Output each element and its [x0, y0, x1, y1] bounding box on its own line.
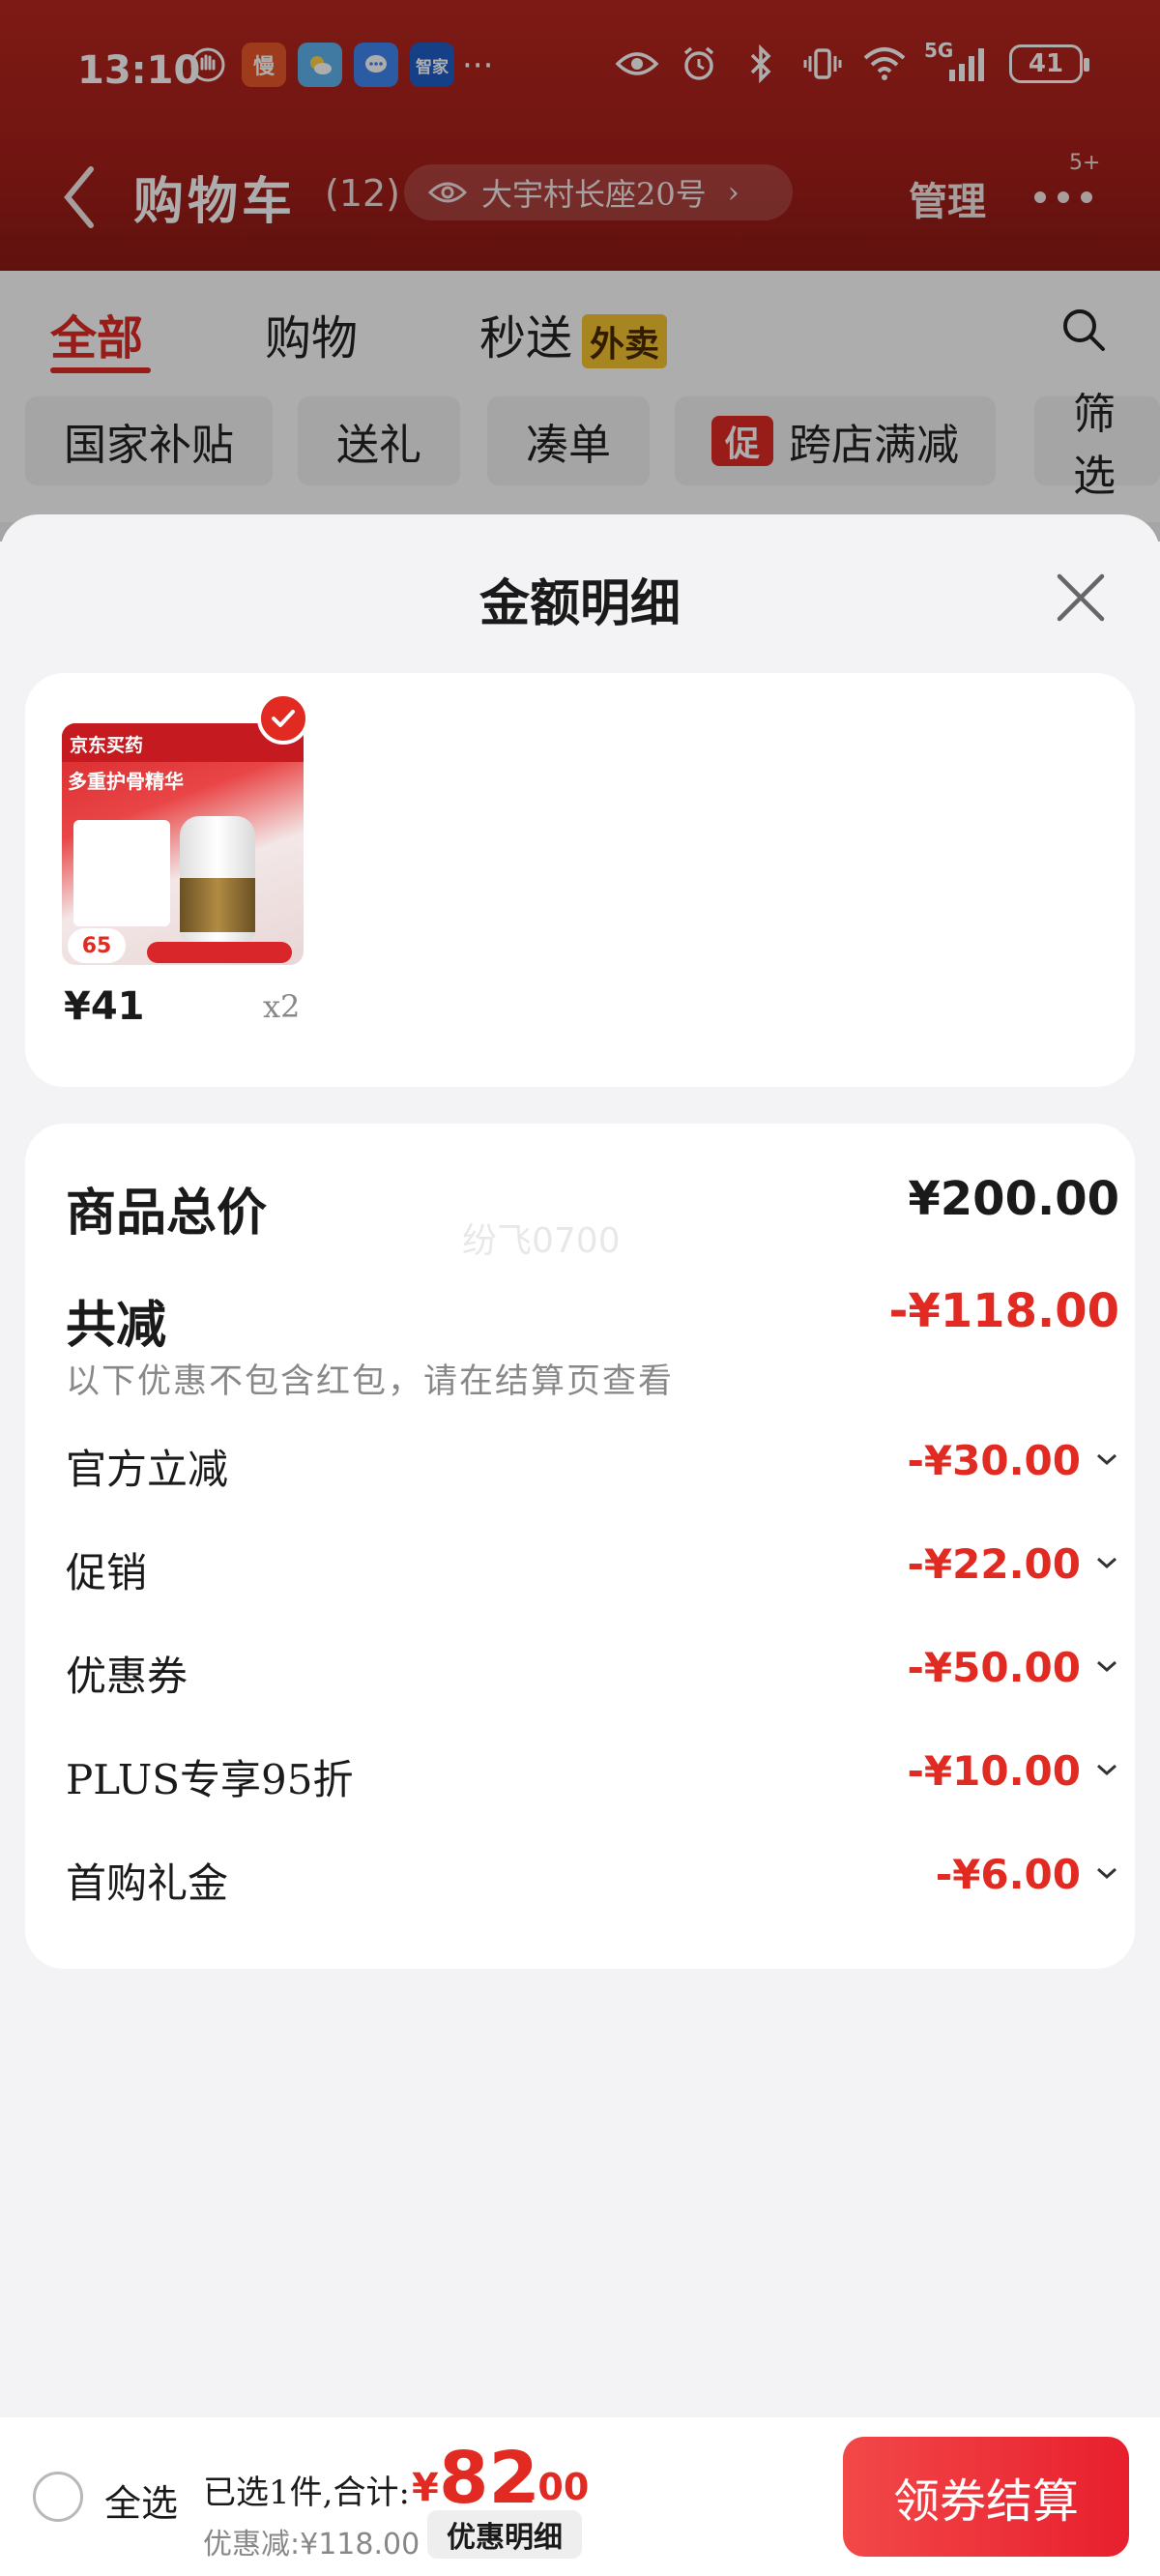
discount-line-label: 优惠券 [66, 1653, 188, 1700]
discount-line[interactable]: 促销 -¥22.00 [66, 1540, 1119, 1598]
bottle-label [180, 878, 255, 932]
product-price: ¥41 [64, 984, 145, 1029]
close-icon[interactable] [1052, 569, 1110, 627]
checkout-button[interactable]: 领券结算 [843, 2437, 1129, 2557]
discount-line[interactable]: 优惠券 -¥50.00 [66, 1644, 1119, 1702]
summary-label: 已选1件,合计: [203, 2474, 410, 2512]
select-all-label[interactable]: 全选 [104, 2474, 178, 2527]
chevron-down-icon [1097, 1867, 1116, 1880]
discount-line-value: -¥50.00 [907, 1644, 1081, 1691]
discount-line-label: 首购礼金 [66, 1859, 229, 1907]
price-breakdown-card: 商品总价 ¥200.00 纷飞0700 共减 -¥118.00 以下优惠不包含红… [25, 1124, 1135, 1969]
discount-line-label: 官方立减 [66, 1446, 229, 1493]
total-amount-decimal: .00 [524, 2466, 590, 2508]
discount-line-label: PLUS专享95折 [66, 1756, 354, 1803]
thumb-cta [147, 942, 292, 963]
selected-check-icon[interactable] [257, 692, 309, 745]
thumb-brand: 京东买药 [70, 735, 144, 756]
chevron-down-icon [1097, 1453, 1116, 1466]
discount-line[interactable]: PLUS专享95折 -¥10.00 [66, 1747, 1119, 1805]
discount-line[interactable]: 首购礼金 -¥6.00 [66, 1851, 1119, 1909]
discount-line-value: -¥10.00 [907, 1747, 1081, 1795]
discount-line-label: 促销 [66, 1549, 148, 1596]
reduce-row: 共减 -¥118.00 以下优惠不包含红包，请在结算页查看 [66, 1284, 1119, 1401]
select-all-checkbox[interactable] [33, 2472, 83, 2522]
checkout-bar: 全选 已选1件,合计: ¥ 82 .00 优惠减:¥118.00 优惠明细 领券… [0, 2417, 1160, 2576]
sheet-title: 金额明细 [478, 574, 681, 633]
chevron-down-icon [1097, 1557, 1116, 1569]
amount-detail-sheet: 金额明细 京东买药 多重护骨精华 65 ¥41 x2 商品总价 ¥200.00 … [0, 514, 1160, 2576]
chevron-down-icon [1097, 1660, 1116, 1673]
discount-detail-button[interactable]: 优惠明细 [427, 2510, 582, 2559]
reduce-label: 共减 [66, 1296, 167, 1355]
discount-line-value: -¥30.00 [907, 1437, 1081, 1484]
thumb-title: 多重护骨精华 [68, 770, 184, 793]
reduce-value: -¥118.00 [888, 1284, 1119, 1338]
thumb-price: 65 [68, 928, 126, 963]
reduce-note: 以下优惠不包含红包，请在结算页查看 [66, 1362, 675, 1401]
discount-line-value: -¥6.00 [935, 1851, 1081, 1898]
product-card: 京东买药 多重护骨精华 65 ¥41 x2 [25, 673, 1135, 1087]
discount-line[interactable]: 官方立减 -¥30.00 [66, 1437, 1119, 1495]
currency-symbol: ¥ [412, 2466, 439, 2510]
discount-line-value: -¥22.00 [907, 1540, 1081, 1588]
modal-backdrop[interactable] [0, 0, 1160, 542]
total-value: ¥200.00 [908, 1172, 1119, 1226]
watermark: 纷飞0700 [462, 1221, 621, 1261]
thumb-panel [73, 820, 170, 926]
discount-summary: 优惠减:¥118.00 [203, 2528, 420, 2561]
chevron-down-icon [1097, 1764, 1116, 1776]
total-label: 商品总价 [66, 1184, 268, 1243]
product-quantity: x2 [263, 988, 301, 1025]
product-image[interactable]: 京东买药 多重护骨精华 65 [62, 723, 304, 965]
